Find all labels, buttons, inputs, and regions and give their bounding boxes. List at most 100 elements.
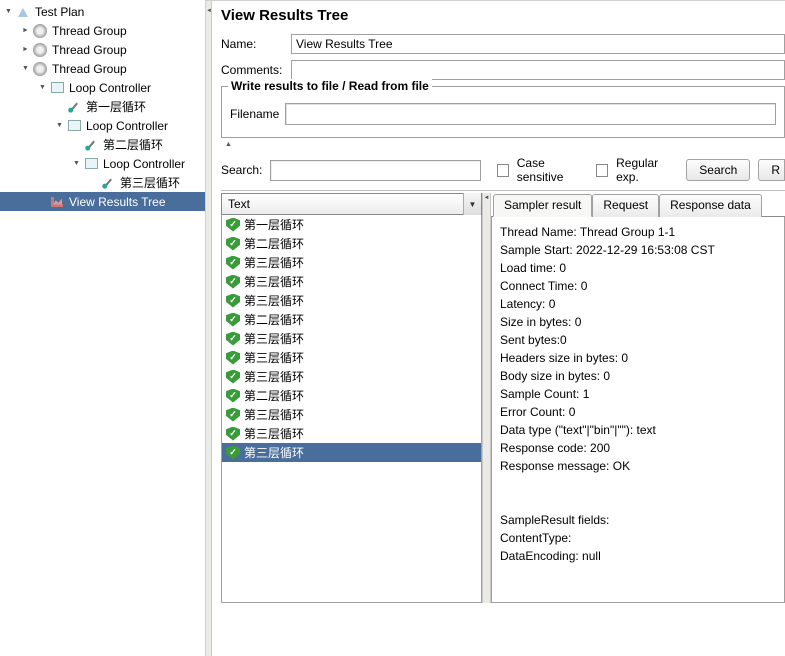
detail-line: Size in bytes: 0	[500, 313, 776, 331]
dropper-icon	[83, 137, 99, 153]
tab-response-data[interactable]: Response data	[659, 194, 762, 217]
filename-input[interactable]	[285, 103, 776, 125]
result-item-label: 第二层循环	[244, 387, 304, 404]
detail-line	[500, 493, 776, 511]
detail-line: Body size in bytes: 0	[500, 367, 776, 385]
file-groupbox-title: Write results to file / Read from file	[228, 79, 432, 93]
tree-item-label: Thread Group	[52, 24, 127, 38]
tree-handle-icon[interactable]: ▼	[4, 7, 13, 16]
flask-icon	[15, 4, 31, 20]
tree-item[interactable]: 第二层循环	[0, 135, 205, 154]
result-item[interactable]: ✓第三层循环	[222, 367, 481, 386]
tree-item-label: Loop Controller	[69, 81, 151, 95]
result-item-label: 第一层循环	[244, 216, 304, 233]
result-item[interactable]: ✓第三层循环	[222, 443, 481, 462]
result-item[interactable]: ✓ 第二层循环	[222, 234, 481, 253]
detail-line: Sample Count: 1	[500, 385, 776, 403]
result-list[interactable]: ✓第一层循环✓第二层循环✓第三层循环✓第三层循环✓第三层循环✓第二层循环✓第三层…	[221, 215, 482, 603]
renderer-select[interactable]: Text ▼	[221, 193, 482, 215]
tree-item-label: 第二层循环	[103, 136, 163, 153]
success-shield-icon: ✓	[226, 256, 240, 270]
horizontal-splitter[interactable]: ◄	[482, 193, 491, 603]
collapse-up-icon: ▲	[225, 141, 232, 148]
success-shield-icon: ✓	[226, 351, 240, 365]
tree-handle-icon[interactable]: ▼	[21, 64, 30, 73]
result-item-label: 第三层循环	[244, 406, 304, 423]
detail-line: Response code: 200	[500, 439, 776, 457]
tree-item[interactable]: View Results Tree	[0, 192, 205, 211]
result-item[interactable]: ✓ 第三层循环	[222, 348, 481, 367]
result-item-label: 第三层循环	[244, 349, 304, 366]
tree-item-label: Loop Controller	[103, 157, 185, 171]
case-sensitive-label: Case sensitive	[517, 156, 588, 184]
filename-label: Filename	[230, 107, 279, 121]
tree-item[interactable]: ▼ Loop Controller	[0, 116, 205, 135]
tree-handle-icon[interactable]: ▼	[38, 83, 47, 92]
tree-item[interactable]: ▼ Loop Controller	[0, 78, 205, 97]
success-shield-icon: ✓	[226, 237, 240, 251]
success-shield-icon: ✓	[226, 332, 240, 346]
tree-item[interactable]: ▼Thread Group	[0, 59, 205, 78]
search-reset-button[interactable]: R	[758, 159, 785, 181]
result-item-label: 第三层循环	[244, 330, 304, 347]
comments-input[interactable]	[291, 60, 785, 80]
detail-line: Thread Name: Thread Group 1-1	[500, 223, 776, 241]
vertical-splitter[interactable]: ◄	[206, 1, 212, 656]
collapse-bar[interactable]: ▲	[221, 140, 785, 148]
tree-handle-icon[interactable]: ▼	[72, 159, 81, 168]
result-item[interactable]: ✓ 第三层循环	[222, 253, 481, 272]
tree-item-label: Test Plan	[35, 5, 84, 19]
detail-line: ContentType:	[500, 529, 776, 547]
result-item-label: 第三层循环	[244, 292, 304, 309]
tree-handle-icon[interactable]: ▼	[55, 121, 64, 130]
renderer-value: Text	[228, 197, 250, 211]
detail-line: Data type ("text"|"bin"|""): text	[500, 421, 776, 439]
detail-line: Response message: OK	[500, 457, 776, 475]
result-item-label: 第三层循环	[244, 368, 304, 385]
tree-handle-icon[interactable]: ►	[21, 26, 30, 35]
tree-handle-icon	[38, 197, 47, 206]
tree-handle-icon	[89, 178, 98, 187]
success-shield-icon: ✓	[226, 446, 240, 460]
result-item[interactable]: ✓第三层循环	[222, 424, 481, 443]
result-item[interactable]: ✓第二层循环	[222, 386, 481, 405]
result-item[interactable]: ✓ 第三层循环	[222, 291, 481, 310]
tab-sampler-result[interactable]: Sampler result	[493, 194, 592, 217]
tree-item[interactable]: 第一层循环	[0, 97, 205, 116]
case-sensitive-checkbox[interactable]	[497, 164, 509, 177]
regex-label: Regular exp.	[616, 156, 678, 184]
tree-item[interactable]: ▼ Test Plan	[0, 2, 205, 21]
result-item[interactable]: ✓第三层循环	[222, 272, 481, 291]
search-label: Search:	[221, 163, 262, 177]
tree-item[interactable]: ▼ Loop Controller	[0, 154, 205, 173]
file-groupbox: Write results to file / Read from file F…	[221, 86, 785, 138]
dropper-icon	[66, 99, 82, 115]
search-button[interactable]: Search	[686, 159, 750, 181]
result-item[interactable]: ✓ 第二层循环	[222, 310, 481, 329]
divider	[221, 190, 785, 191]
result-item-label: 第二层循环	[244, 235, 304, 252]
result-item-label: 第三层循环	[244, 273, 304, 290]
detail-line: DataEncoding: null	[500, 547, 776, 565]
result-item[interactable]: ✓第一层循环	[222, 215, 481, 234]
tree-item[interactable]: 第三层循环	[0, 173, 205, 192]
name-input[interactable]	[291, 34, 785, 54]
tree-handle-icon	[55, 102, 64, 111]
search-input[interactable]	[270, 160, 480, 181]
success-shield-icon: ✓	[226, 313, 240, 327]
result-item[interactable]: ✓ 第三层循环	[222, 329, 481, 348]
tree-item-label: 第一层循环	[86, 98, 146, 115]
success-shield-icon: ✓	[226, 294, 240, 308]
tree-item-label: 第三层循环	[120, 174, 180, 191]
tree-handle-icon[interactable]: ►	[21, 45, 30, 54]
result-item-label: 第二层循环	[244, 311, 304, 328]
tab-request[interactable]: Request	[592, 194, 659, 217]
result-item[interactable]: ✓第三层循环	[222, 405, 481, 424]
detail-pane: Thread Name: Thread Group 1-1Sample Star…	[491, 217, 785, 603]
tree-item[interactable]: ► Thread Group	[0, 21, 205, 40]
tree-item[interactable]: ►Thread Group	[0, 40, 205, 59]
dropper-icon	[100, 175, 116, 191]
tree-item-label: Loop Controller	[86, 119, 168, 133]
result-item-label: 第三层循环	[244, 254, 304, 271]
regex-checkbox[interactable]	[596, 164, 608, 177]
